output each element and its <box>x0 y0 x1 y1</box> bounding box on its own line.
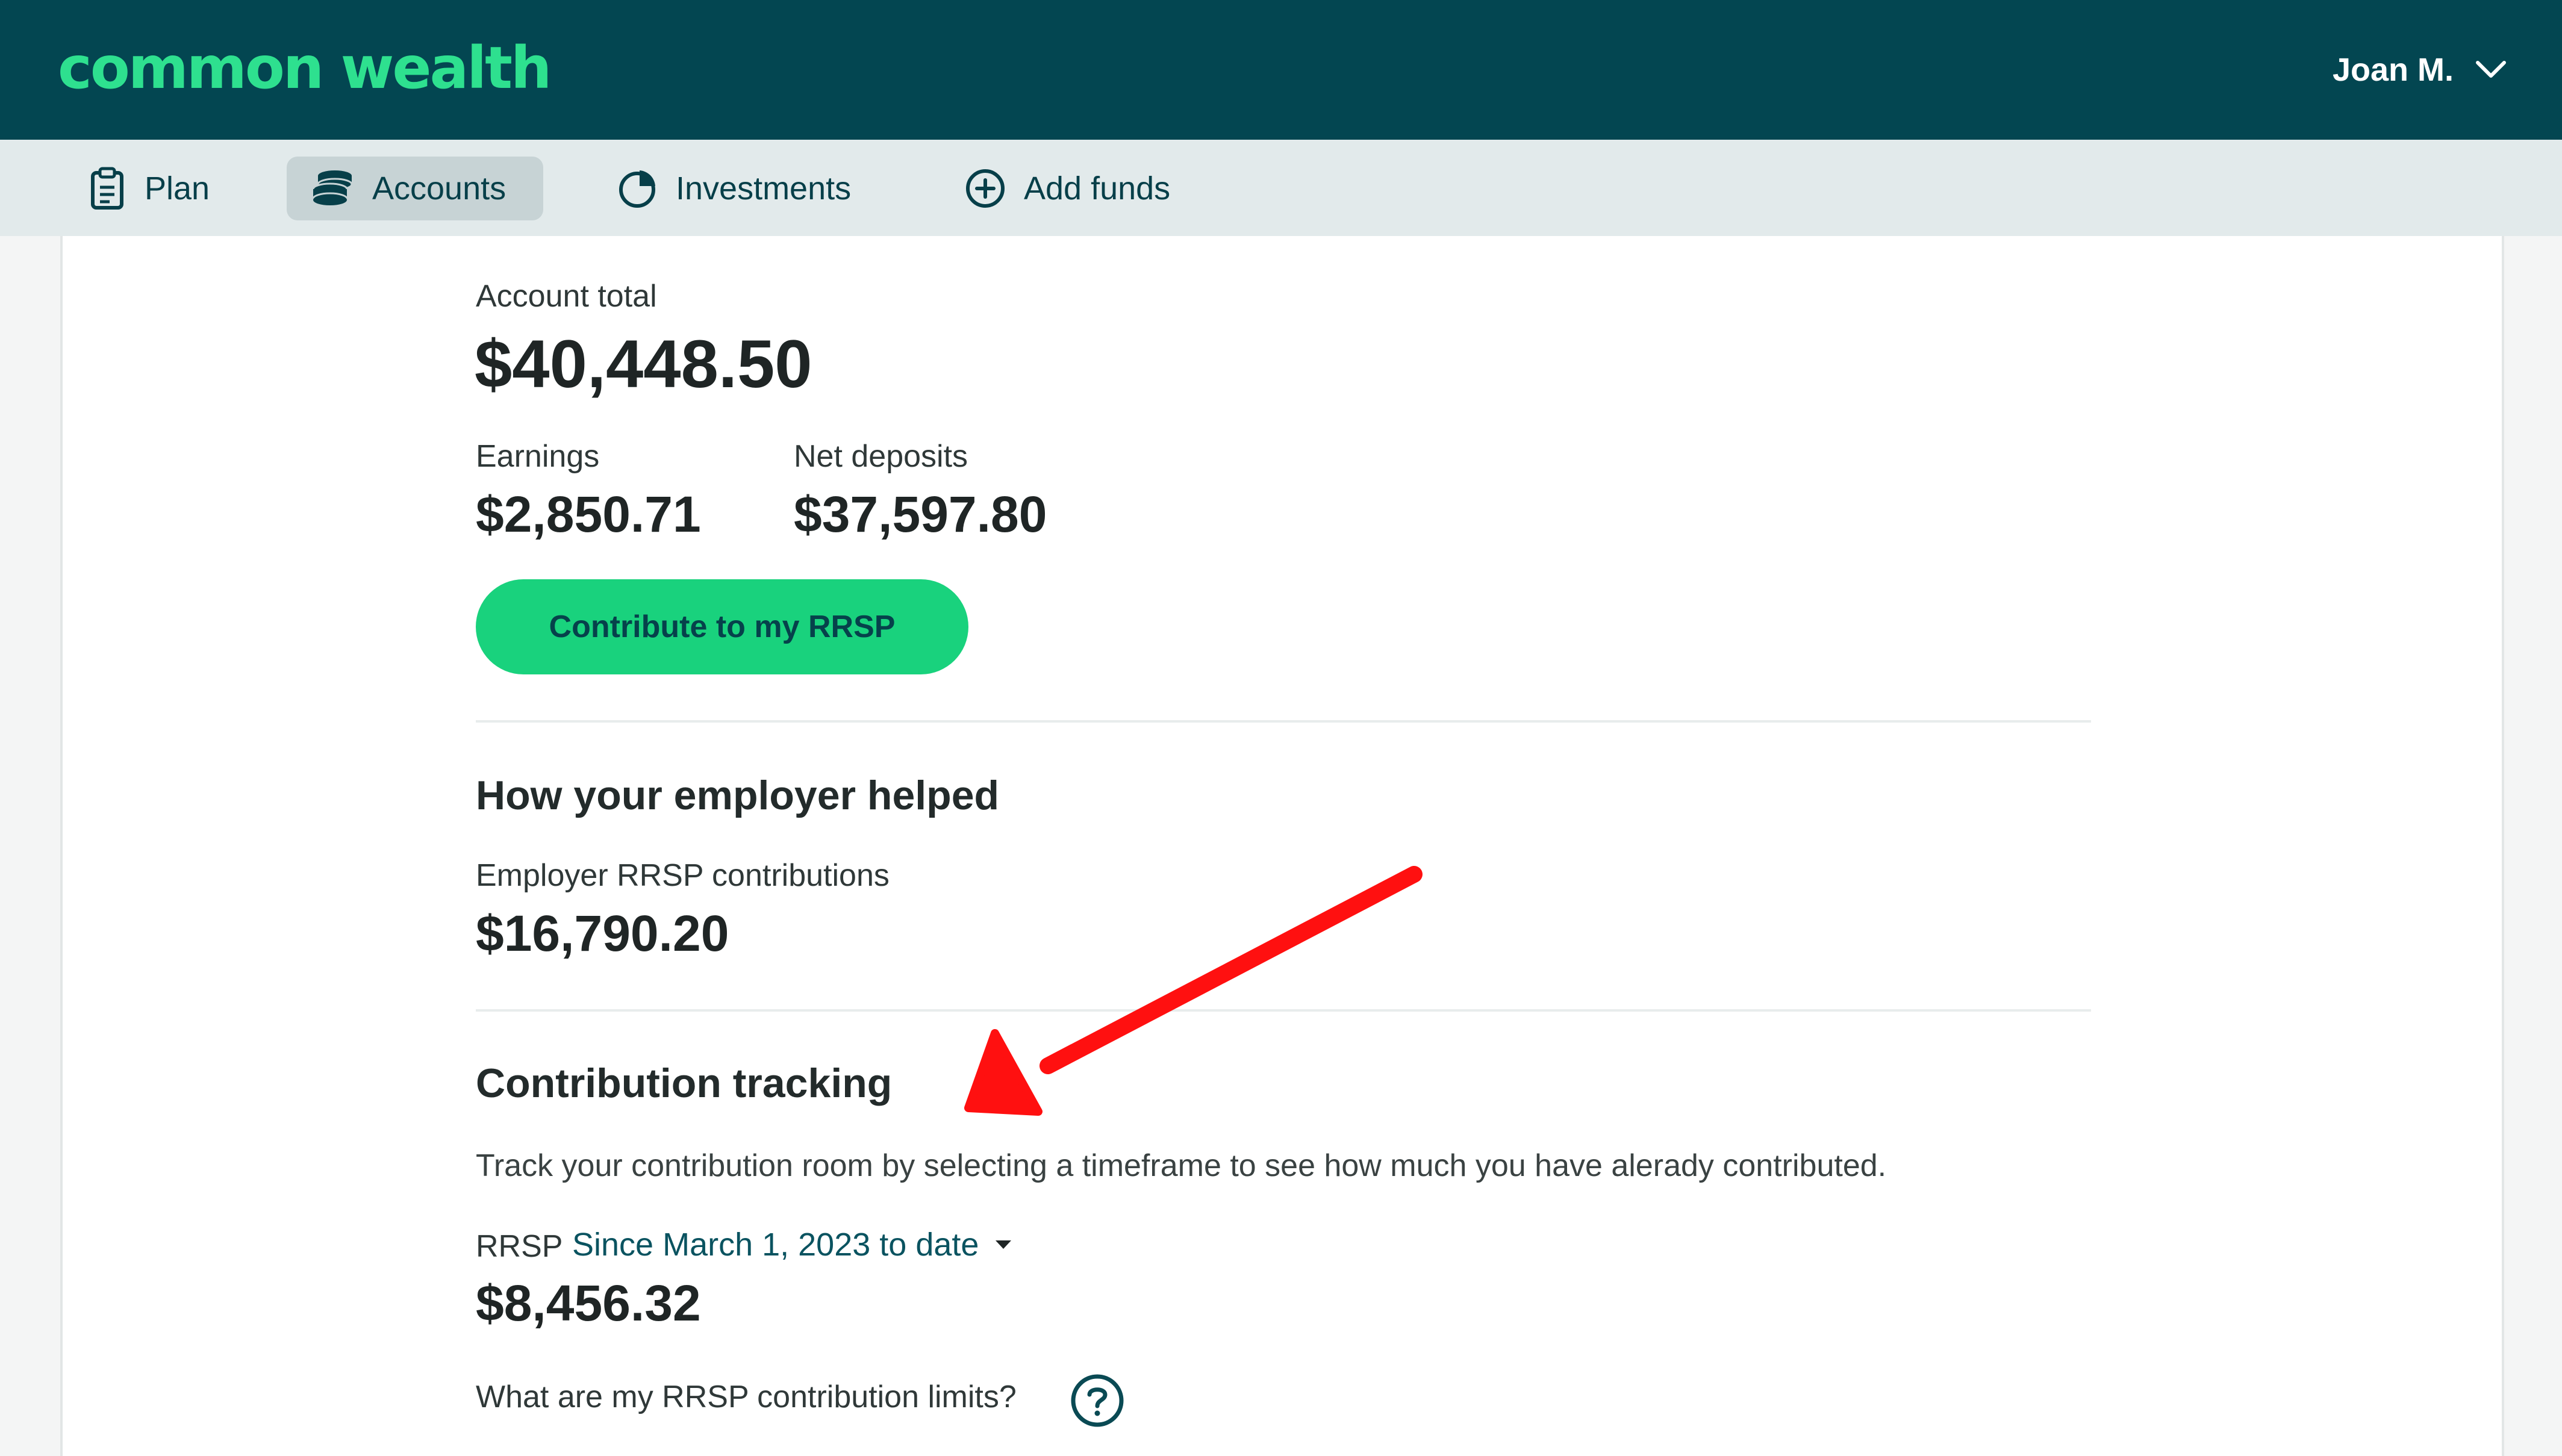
help-icon[interactable] <box>1070 1373 1125 1428</box>
nav-label-plan: Plan <box>145 170 210 207</box>
section-divider <box>476 1009 2091 1012</box>
contribute-button[interactable]: Contribute to my RRSP <box>476 579 968 674</box>
plus-circle-icon <box>966 169 1005 208</box>
clipboard-icon <box>91 167 123 210</box>
net-deposits-label: Net deposits <box>794 439 968 474</box>
user-name: Joan M. <box>2332 52 2454 88</box>
coins-icon <box>312 170 353 205</box>
main-nav: Plan Accounts Investments Add funds <box>0 140 2562 236</box>
account-type-label: RRSP <box>476 1229 563 1264</box>
earnings-label: Earnings <box>476 439 600 474</box>
nav-item-add-funds[interactable]: Add funds <box>941 157 1212 220</box>
nav-item-accounts[interactable]: Accounts <box>287 157 543 220</box>
nav-item-investments[interactable]: Investments <box>593 157 882 220</box>
limits-question[interactable]: What are my RRSP contribution limits? <box>476 1379 1017 1415</box>
net-deposits-value: $37,597.80 <box>794 486 1047 543</box>
timeframe-value: Since March 1, 2023 to date <box>572 1227 979 1263</box>
employer-section-title: How your employer helped <box>476 773 1000 818</box>
account-total-label: Account total <box>476 279 657 314</box>
pie-chart-icon <box>619 170 655 208</box>
account-total-value: $40,448.50 <box>475 326 812 402</box>
tracking-amount: $8,456.32 <box>476 1275 701 1331</box>
section-divider <box>476 720 2091 723</box>
logo: common wealth <box>58 34 552 102</box>
employer-contributions-label: Employer RRSP contributions <box>476 858 890 893</box>
caret-down-icon <box>996 1240 1012 1249</box>
nav-label-accounts: Accounts <box>372 170 506 207</box>
earnings-value: $2,850.71 <box>476 486 701 543</box>
nav-label-add-funds: Add funds <box>1024 170 1171 207</box>
content-panel <box>60 236 2504 1456</box>
employer-contributions-value: $16,790.20 <box>476 905 729 962</box>
tracking-description: Track your contribution room by selectin… <box>476 1148 1887 1183</box>
user-menu[interactable]: Joan M. <box>2333 46 2508 94</box>
nav-label-investments: Investments <box>676 170 852 207</box>
nav-item-plan[interactable]: Plan <box>64 157 232 220</box>
tracking-section-title: Contribution tracking <box>476 1060 893 1106</box>
top-bar: common wealth Joan M. <box>0 0 2562 140</box>
timeframe-dropdown[interactable]: Since March 1, 2023 to date <box>572 1226 1012 1263</box>
chevron-down-icon <box>2476 61 2506 78</box>
